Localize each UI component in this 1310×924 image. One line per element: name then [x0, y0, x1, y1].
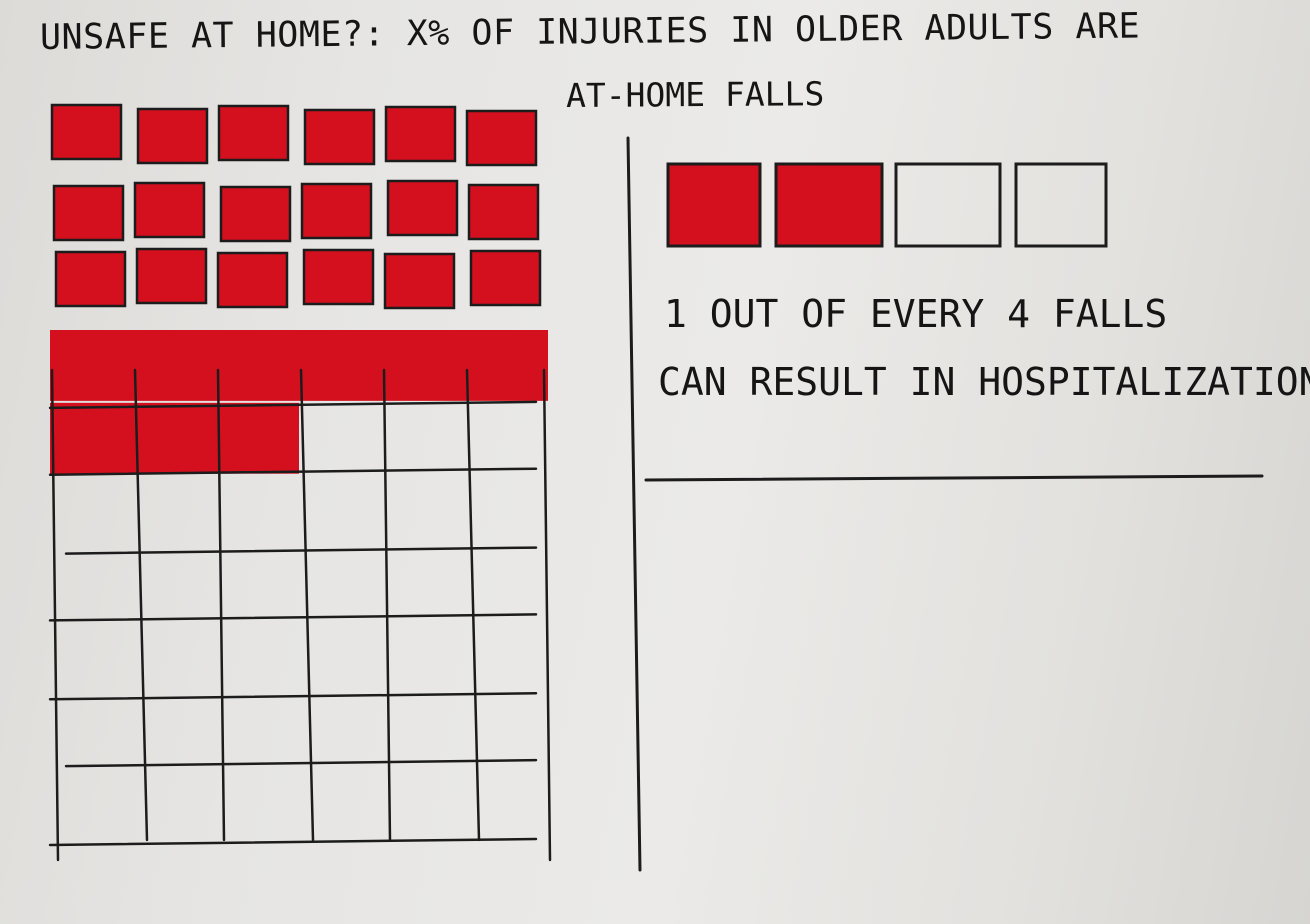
panel-divider-vertical — [626, 136, 642, 872]
waffle-grid-column-line — [299, 368, 315, 842]
waffle-cell-filled — [133, 181, 206, 239]
waffle-grid-row-line — [64, 758, 538, 768]
waffle-cell-filled — [299, 330, 382, 401]
waffle-cell-filled — [469, 249, 542, 307]
waffle-cell-filled — [302, 248, 375, 306]
waffle-chart — [48, 103, 552, 862]
waffle-grid-row-line — [48, 613, 538, 622]
waffle-cell-filled — [303, 108, 376, 166]
waffle-cell-filled — [54, 250, 127, 308]
falls-box-empty — [1014, 162, 1108, 248]
waffle-cell-filled — [50, 103, 123, 161]
waffle-grid-row-line — [48, 692, 538, 701]
falls-box-filled — [774, 162, 884, 248]
waffle-cell-filled — [133, 330, 216, 401]
waffle-cell-filled — [382, 330, 465, 401]
waffle-cell-filled — [50, 402, 133, 474]
waffle-cell-filled — [217, 104, 290, 162]
falls-box-figure — [666, 162, 1108, 248]
sketch-canvas — [48, 103, 1264, 872]
falls-caption-line-2: CAN RESULT IN HOSPITALIZATION — [658, 360, 1310, 404]
waffle-cell-filled — [216, 402, 299, 474]
waffle-cell-filled — [465, 330, 548, 401]
waffle-grid-row-line — [48, 837, 538, 847]
waffle-cell-filled — [135, 247, 208, 305]
waffle-cell-filled — [216, 330, 299, 401]
waffle-cell-filled — [216, 251, 289, 309]
waffle-grid-column-line — [382, 368, 392, 842]
waffle-cell-filled — [50, 330, 133, 401]
waffle-cell-filled — [219, 185, 292, 243]
waffle-cell-filled — [52, 184, 125, 242]
waffle-cell-filled — [465, 109, 538, 167]
waffle-cell-filled — [383, 252, 456, 310]
falls-box-empty — [894, 162, 1002, 248]
waffle-grid-column-line — [542, 368, 552, 862]
waffle-cell-filled — [384, 105, 457, 163]
waffle-grid-row-line — [64, 546, 538, 555]
waffle-cell-filled — [133, 402, 216, 474]
paper-card: UNSAFE AT HOME?: X% OF INJURIES IN OLDER… — [0, 0, 1310, 924]
section-divider-horizontal — [644, 474, 1264, 482]
waffle-cell-filled — [300, 182, 373, 240]
waffle-grid-column-line — [465, 368, 481, 842]
waffle-cell-filled — [136, 107, 209, 165]
waffle-cell-filled — [467, 183, 540, 241]
waffle-cell-filled — [386, 179, 459, 237]
falls-caption-line-1: 1 OUT OF EVERY 4 FALLS — [664, 292, 1168, 336]
falls-box-filled — [666, 162, 762, 248]
